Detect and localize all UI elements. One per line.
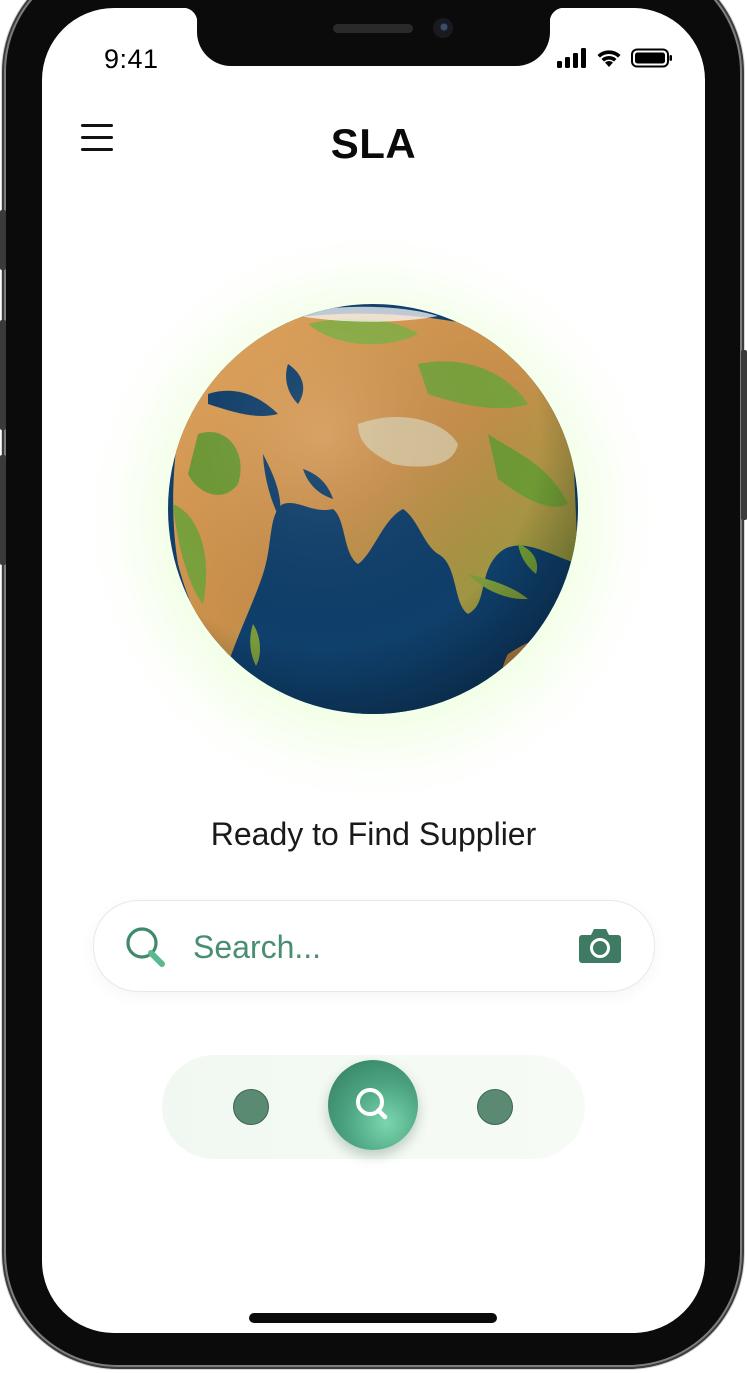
battery-icon [631,48,672,68]
search-bar [93,900,655,992]
mute-switch [0,210,6,270]
home-indicator [249,1313,497,1323]
search-input[interactable] [191,923,575,971]
volume-up-button [0,320,6,430]
front-camera [433,18,453,38]
nav-search-button[interactable] [328,1060,418,1150]
tagline: Ready to Find Supplier [210,816,537,852]
app-screen: 9:41 SLA Ready to Find Supplier Search..… [42,8,705,1333]
nav-item-left[interactable] [233,1089,269,1125]
wifi-icon [597,50,621,67]
notch [183,8,564,66]
volume-down-button [0,455,6,565]
power-button [741,350,747,520]
earth-globe-image [168,304,578,714]
magnifier-icon [356,1088,388,1120]
camera-icon[interactable] [578,926,622,964]
magnifier-icon[interactable] [122,923,172,973]
bottom-navigation [162,1055,585,1159]
app-title: SLA [330,120,417,167]
earpiece-speaker [333,24,413,33]
status-time: 9:41 [104,44,159,74]
status-icons [557,48,673,68]
cellular-signal-icon [557,48,586,68]
nav-item-right[interactable] [477,1089,513,1125]
